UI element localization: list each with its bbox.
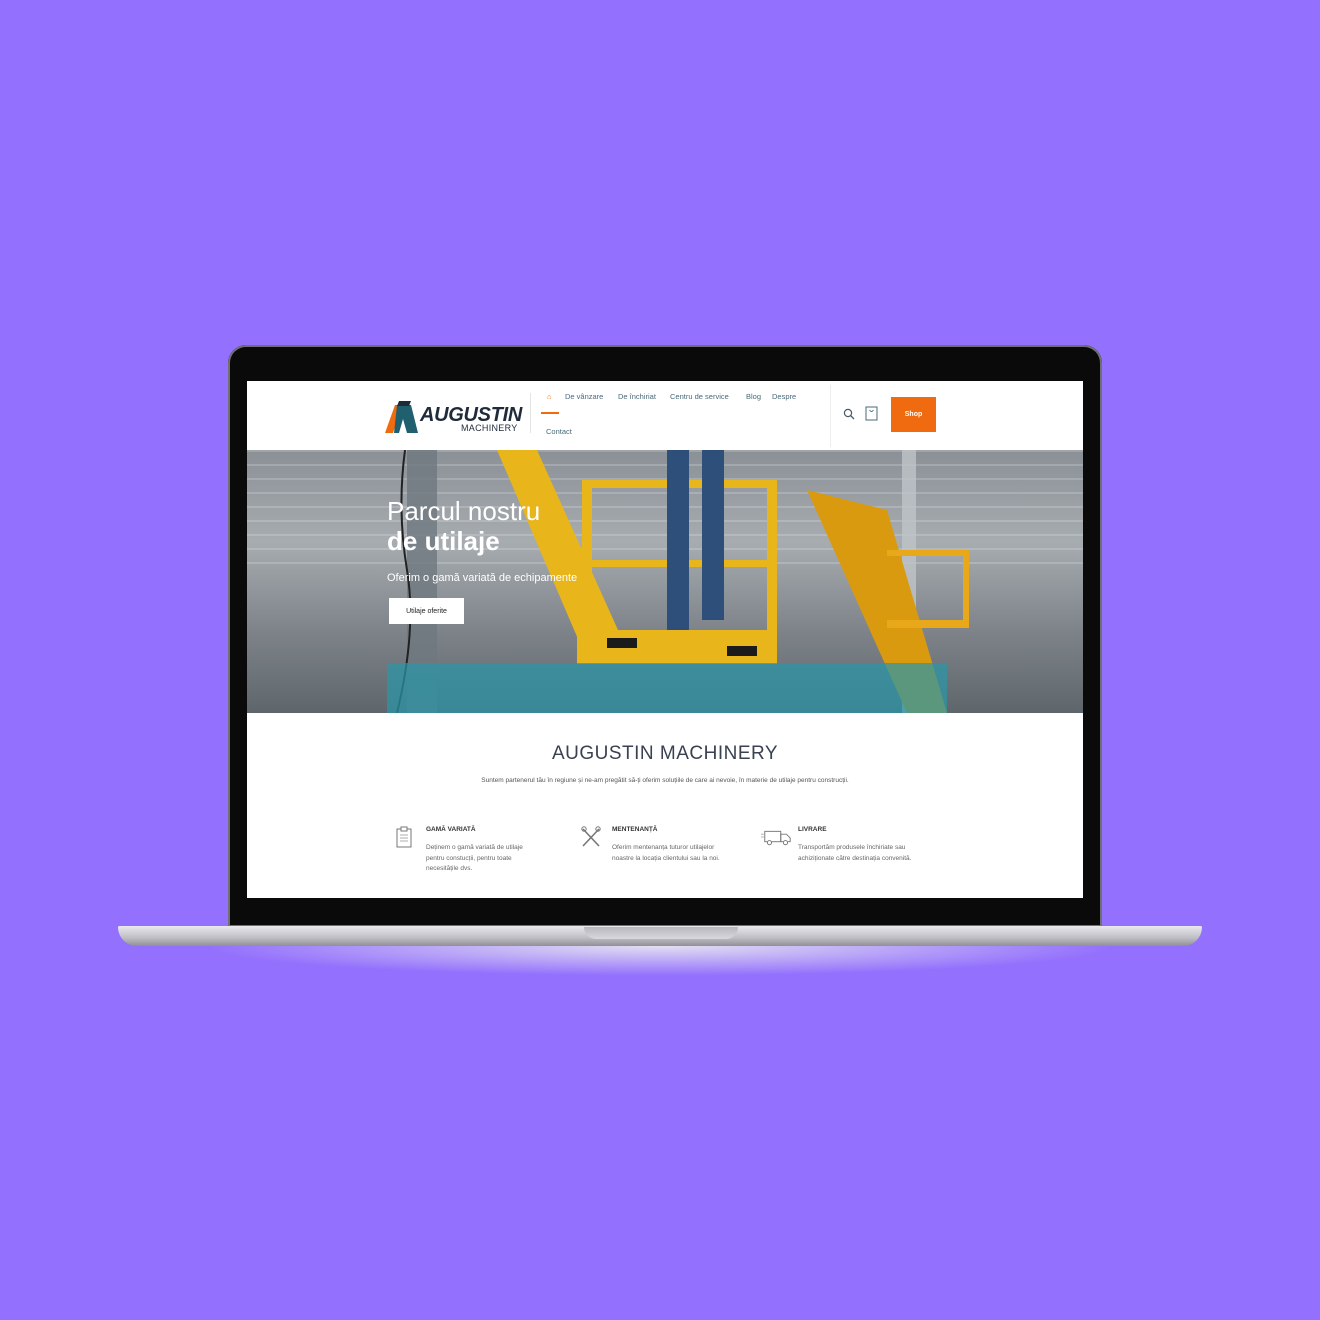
divider: [530, 393, 531, 433]
nav-item-contact[interactable]: Contact: [546, 427, 572, 437]
about-description: Suntem partenerul tău în regiune și ne-a…: [481, 777, 849, 784]
hero-overlay: [387, 663, 947, 713]
nav-item-despre[interactable]: Despre: [772, 392, 796, 402]
feature-text: Transportăm produsele închiriate sau ach…: [798, 844, 912, 862]
hero-subtitle: Oferim o gamă variată de echipamente: [387, 572, 578, 584]
logo-subtext: MACHINERY: [461, 423, 518, 433]
divider: [830, 385, 831, 447]
cart-icon[interactable]: [865, 405, 878, 421]
feature-title: LIVRARE: [798, 826, 827, 833]
feature-text: Deținem o gamă variată de utilaje pentru…: [426, 844, 523, 872]
laptop-notch: [584, 927, 738, 939]
hero-banner: Parcul nostru de utilaje Oferim o gamă v…: [247, 450, 1083, 713]
search-icon[interactable]: [843, 408, 855, 420]
tools-icon: [581, 826, 601, 847]
laptop-shadow: [200, 946, 1120, 976]
nav-item-centru-de-service[interactable]: Centru de service: [670, 392, 729, 402]
home-icon[interactable]: ⌂: [547, 392, 552, 402]
nav-item-de-inchiriat[interactable]: De închiriat: [618, 392, 656, 402]
feature-title: GAMĂ VARIATĂ: [426, 826, 476, 833]
website-screen: AUGUSTIN MACHINERY ⌂ De vânzare De închi…: [247, 381, 1083, 898]
logo-text: AUGUSTIN: [420, 404, 523, 426]
logo[interactable]: AUGUSTIN MACHINERY: [385, 401, 523, 433]
clipboard-icon: [396, 826, 412, 848]
nav-item-blog[interactable]: Blog: [746, 392, 761, 402]
about-title: AUGUSTIN MACHINERY: [551, 743, 779, 764]
hero-title-line2: de utilaje: [387, 526, 500, 556]
hero-cta-button[interactable]: Utilaje oferite: [389, 598, 464, 624]
feature-title: MENTENANȚĂ: [612, 826, 658, 833]
nav-active-indicator: [541, 412, 559, 414]
logo-mark-icon: [385, 401, 418, 433]
feature-text: Oferim mentenanța tuturor utilajelor noa…: [612, 844, 720, 862]
truck-icon: [761, 830, 791, 846]
nav-item-de-vanzare[interactable]: De vânzare: [565, 392, 603, 402]
shop-button[interactable]: Shop: [891, 397, 936, 432]
site-header: AUGUSTIN MACHINERY ⌂ De vânzare De închi…: [247, 381, 1083, 451]
hero-title-line1: Parcul nostru: [387, 496, 541, 526]
